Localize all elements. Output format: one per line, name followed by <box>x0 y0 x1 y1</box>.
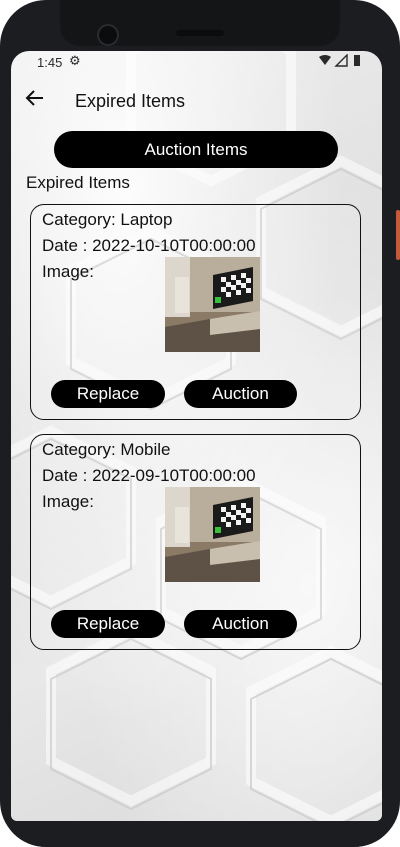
auction-items-button[interactable]: Auction Items <box>54 131 338 168</box>
auction-button[interactable]: Auction <box>184 380 297 408</box>
wifi-icon <box>319 55 331 65</box>
expired-item-card: Category: Mobile Date : 2022-09-10T00:00… <box>30 434 361 650</box>
page-title: Expired Items <box>75 91 186 111</box>
item-image-label: Image: <box>42 262 94 281</box>
item-image-label: Image: <box>42 492 94 511</box>
app-screen: 1:45 ⚙ Expired Items Auction Items Expir… <box>11 51 382 821</box>
item-category: Category: Laptop <box>42 210 173 229</box>
item-date: Date : 2022-10-10T00:00:00 <box>42 236 256 255</box>
status-indicators <box>318 53 370 71</box>
replace-button[interactable]: Replace <box>51 610 165 638</box>
arrow-left-icon[interactable] <box>25 89 45 113</box>
item-image <box>165 487 260 582</box>
auction-button[interactable]: Auction <box>184 610 297 638</box>
bottom-bezel <box>11 821 382 847</box>
item-category: Category: Mobile <box>42 440 171 459</box>
replace-button[interactable]: Replace <box>51 380 165 408</box>
battery-icon <box>354 55 360 66</box>
section-heading: Expired Items <box>26 173 130 192</box>
expired-item-card: Category: Laptop Date : 2022-10-10T00:00… <box>30 204 361 420</box>
gear-icon: ⚙ <box>69 53 81 68</box>
item-date: Date : 2022-09-10T00:00:00 <box>42 466 256 485</box>
front-camera <box>97 24 119 46</box>
phone-frame: 1:45 ⚙ Expired Items Auction Items Expir… <box>0 0 400 847</box>
item-image <box>165 257 260 352</box>
signal-icon <box>334 53 348 67</box>
power-button <box>396 210 400 260</box>
status-bar: 1:45 ⚙ <box>11 51 382 75</box>
earpiece-speaker <box>176 30 224 36</box>
app-bar: Expired Items <box>11 75 382 127</box>
status-time: 1:45 <box>37 55 63 70</box>
